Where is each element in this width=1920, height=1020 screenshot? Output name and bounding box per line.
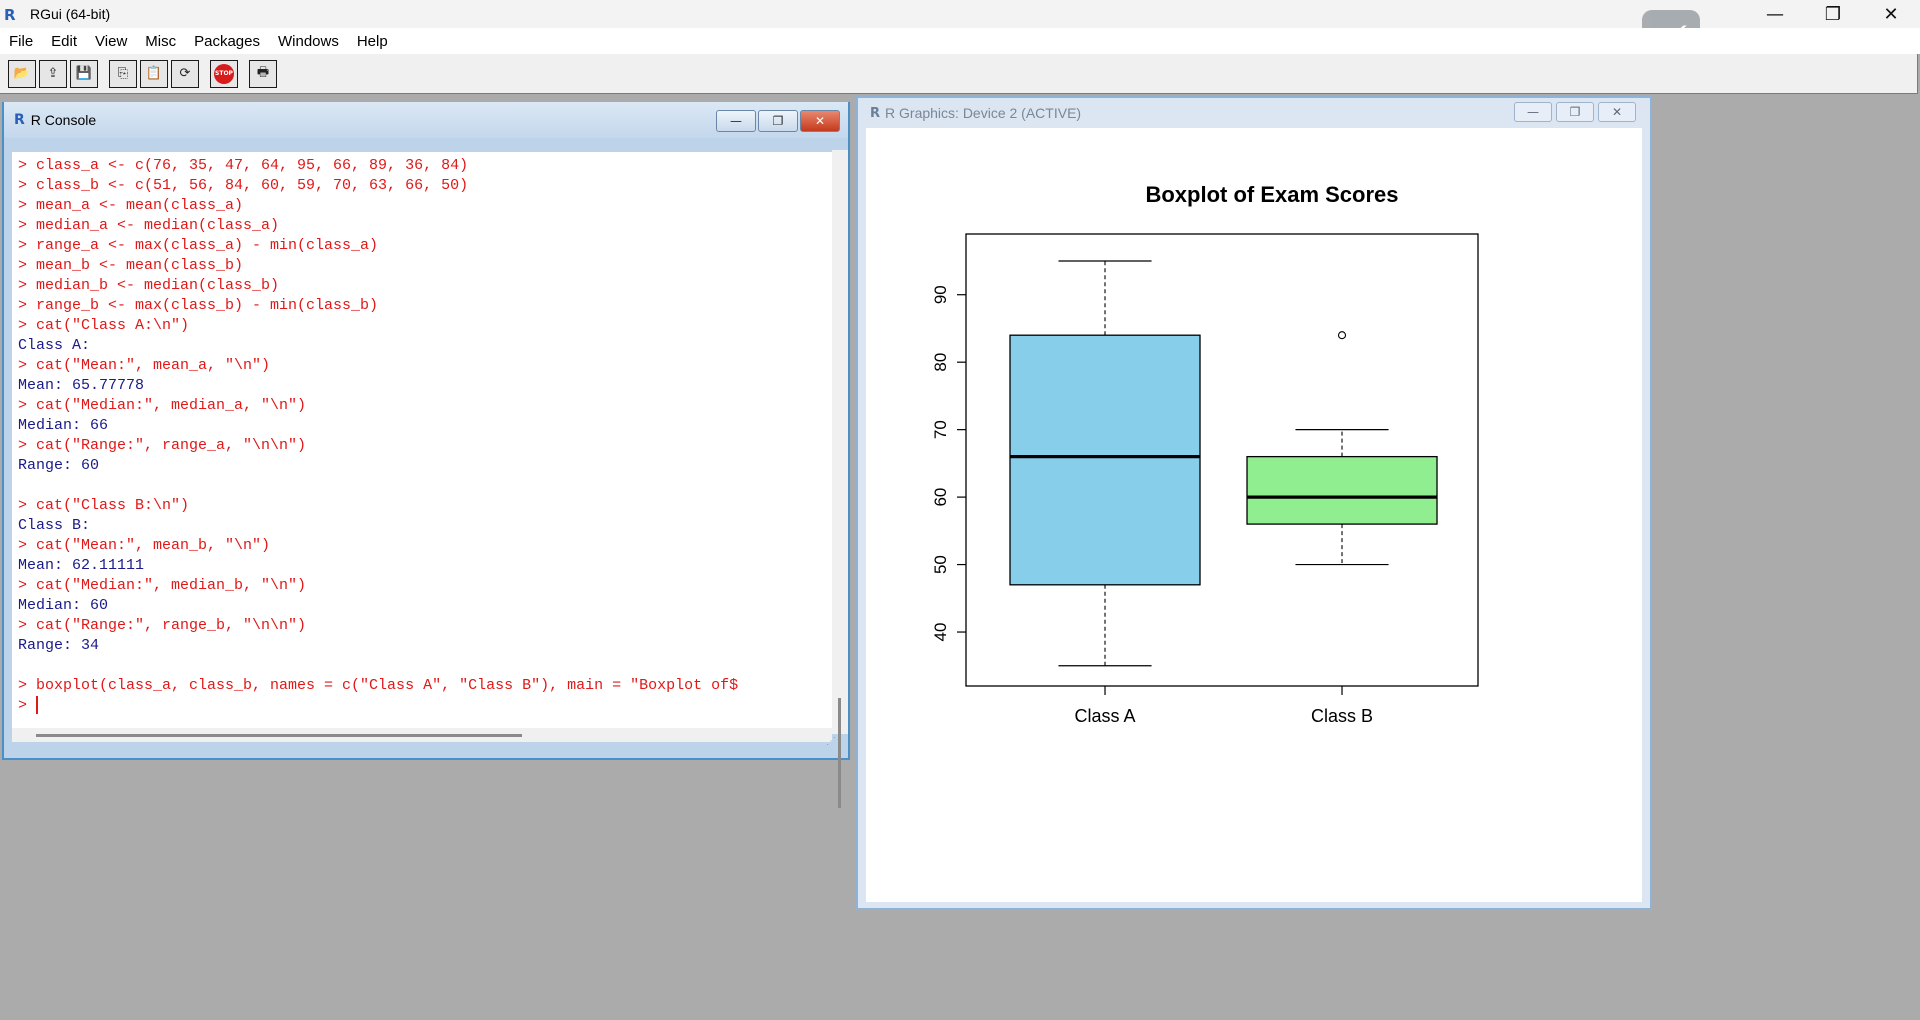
close-button[interactable]: ✕ — [1862, 0, 1920, 28]
box-class-a — [1009, 334, 1201, 586]
console-line: Median: 60 — [18, 597, 109, 614]
open-script-icon: 📂 — [13, 66, 31, 81]
console-vertical-scrollbar[interactable] — [832, 150, 848, 808]
menu-misc[interactable]: Misc — [136, 33, 185, 50]
copy-paste-icon: ⟳ — [179, 66, 191, 81]
print-button[interactable]: 🖶 — [249, 59, 277, 88]
minimize-button[interactable]: — — [1746, 0, 1804, 28]
console-line: > cat("Mean:", mean_b, "\n") — [18, 537, 271, 554]
r-logo-icon: R — [870, 105, 881, 121]
menu-bar: File Edit View Misc Packages Windows Hel… — [0, 28, 1920, 54]
load-workspace-icon: ⇪ — [47, 66, 59, 81]
console-line: Range: 60 — [18, 457, 100, 474]
console-line: > cat("Mean:", mean_a, "\n") — [18, 357, 271, 374]
console-restore-button[interactable]: ❐ — [758, 110, 798, 132]
console-line: > cat("Range:", range_b, "\n\n") — [18, 617, 307, 634]
resize-grip-icon[interactable]: ⋰ — [826, 736, 838, 748]
console-line: Mean: 62.11111 — [18, 557, 145, 574]
graphics-minimize-button[interactable]: — — [1514, 102, 1552, 122]
console-line: Class B: — [18, 517, 91, 534]
console-line: > range_a <- max(class_a) - min(class_a) — [18, 237, 379, 254]
y-tick-label: 70 — [931, 420, 950, 439]
y-tick-label: 90 — [931, 285, 950, 304]
graphics-title: R Graphics: Device 2 (ACTIVE) — [885, 105, 1082, 121]
app-title: RGui (64-bit) — [30, 6, 111, 22]
console-horizontal-scrollbar[interactable] — [12, 728, 832, 742]
console-line: Median: 66 — [18, 417, 109, 434]
x-tick-label: Class B — [1311, 706, 1373, 726]
graphics-close-button[interactable]: ✕ — [1598, 102, 1636, 122]
print-icon: 🖶 — [256, 64, 270, 80]
menu-windows[interactable]: Windows — [269, 33, 348, 50]
horizontal-scroll-thumb[interactable] — [36, 734, 522, 737]
console-line: > range_b <- max(class_b) - min(class_b) — [18, 297, 379, 314]
console-line: > cat("Median:", median_b, "\n") — [18, 577, 307, 594]
copy-paste-button[interactable]: ⟳ — [171, 59, 199, 88]
console-line: Range: 34 — [18, 637, 100, 654]
console-line: > cat("Median:", median_a, "\n") — [18, 397, 307, 414]
graphics-restore-button[interactable]: ❐ — [1556, 102, 1594, 122]
console-line: > mean_a <- mean(class_a) — [18, 197, 244, 214]
menu-view[interactable]: View — [86, 33, 136, 50]
r-logo-icon: R — [14, 112, 25, 128]
menu-packages[interactable]: Packages — [185, 33, 269, 50]
console-window-controls: — ❐ ✕ — [714, 110, 840, 132]
console-minimize-button[interactable]: — — [716, 110, 756, 132]
graphics-window-controls: — ❐ ✕ — [1510, 102, 1636, 122]
console-line: Class A: — [18, 337, 91, 354]
window-controls: — ❐ ✕ — [1746, 0, 1920, 28]
load-workspace-button[interactable]: ⇪ — [39, 59, 67, 88]
console-output[interactable]: > class_a <- c(76, 35, 47, 64, 95, 66, 8… — [12, 152, 832, 732]
save-button[interactable]: 💾 — [70, 59, 98, 88]
paste-icon: 📋 — [145, 66, 163, 81]
copy-button[interactable]: ⎘ — [109, 59, 137, 88]
menu-help[interactable]: Help — [348, 33, 397, 50]
console-line: > class_a <- c(76, 35, 47, 64, 95, 66, 8… — [18, 157, 469, 174]
open-script-button[interactable]: 📂 — [8, 59, 36, 88]
console-line: > — [18, 696, 39, 715]
vertical-scroll-thumb[interactable] — [838, 698, 841, 808]
console-title: R Console — [30, 112, 97, 128]
y-tick-label: 60 — [931, 488, 950, 507]
console-close-button[interactable]: ✕ — [800, 110, 840, 132]
console-line: Mean: 65.77778 — [18, 377, 145, 394]
boxplot-chart: Boxplot of Exam Scores 40 50 60 70 80 90 Class … — [931, 182, 1479, 726]
console-lines: > class_a <- c(76, 35, 47, 64, 95, 66, 8… — [12, 152, 832, 716]
r-graphics-window: R R Graphics: Device 2 (ACTIVE) — ❐ ✕ Bo… — [856, 96, 1652, 910]
y-tick-label: 40 — [931, 623, 950, 642]
stop-button[interactable]: STOP — [210, 59, 238, 88]
outlier-point — [1337, 331, 1347, 340]
text-cursor — [36, 696, 39, 715]
toolbar: 📂 ⇪ 💾 ⎘ 📋 ⟳ STOP 🖶 — [0, 54, 1918, 94]
x-tick-label: Class A — [1074, 706, 1135, 726]
chart-title: Boxplot of Exam Scores — [1145, 182, 1398, 207]
console-line: > class_b <- c(51, 56, 84, 60, 59, 70, 6… — [18, 177, 469, 194]
console-line: > median_a <- median(class_a) — [18, 217, 280, 234]
console-line: > cat("Range:", range_a, "\n\n") — [18, 437, 307, 454]
menu-file[interactable]: File — [0, 33, 42, 50]
plot-area: Boxplot of Exam Scores 40 50 60 70 80 90 Class … — [866, 128, 1642, 902]
copy-icon: ⎘ — [117, 66, 129, 81]
menu-edit[interactable]: Edit — [42, 33, 86, 50]
stop-icon: STOP — [214, 63, 234, 84]
save-icon: 💾 — [75, 66, 93, 81]
console-line: > cat("Class B:\n") — [18, 497, 190, 514]
r-console-window: R R Console — ❐ ✕ > class_a <- c(76, 35,… — [2, 102, 850, 808]
console-line: > mean_b <- mean(class_b) — [18, 257, 244, 274]
y-tick-label: 50 — [931, 555, 950, 574]
console-line: > cat("Class A:\n") — [18, 317, 190, 334]
paste-button[interactable]: 📋 — [140, 59, 168, 88]
y-tick-label: 80 — [931, 353, 950, 372]
console-line: > boxplot(class_a, class_b, names = c("C… — [18, 677, 739, 694]
restore-button[interactable]: ❐ — [1804, 0, 1862, 28]
app-title-bar: R RGui (64-bit) — ❐ ✕ — [0, 0, 1920, 28]
r-logo-icon: R — [4, 6, 16, 24]
console-line: > median_b <- median(class_b) — [18, 277, 280, 294]
box-class-b — [1246, 455, 1438, 525]
